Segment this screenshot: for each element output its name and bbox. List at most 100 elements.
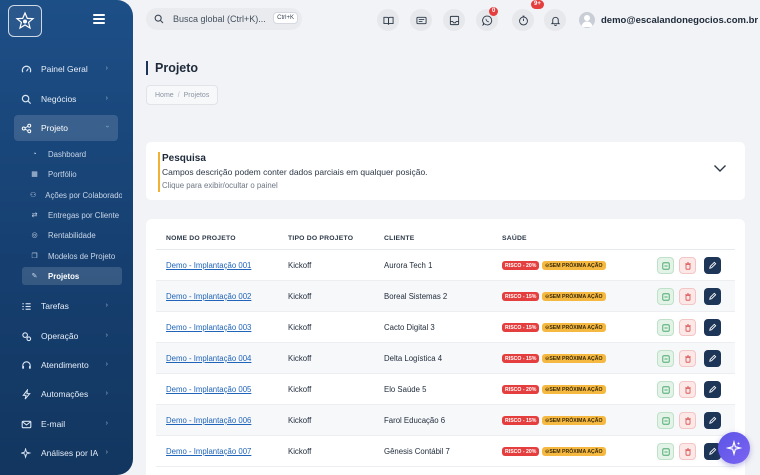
star-logo-icon: [15, 11, 35, 30]
user-menu[interactable]: demo@escalandonegocios.com.br: [579, 12, 758, 28]
inbox-icon: [449, 15, 459, 25]
panel-toggle-hint[interactable]: Clique para exibir/ocultar o painel: [162, 181, 278, 190]
table-row: Demo - Implantação 004 Kickoff Delta Logís…: [156, 343, 735, 374]
file-export-icon: [661, 385, 670, 394]
table-header: NOME DO PROJETO TIPO DO PROJETO CLIENTE …: [156, 233, 735, 249]
sidebar-subitem-modelos-de-projeto[interactable]: ❐ Modelos de Projeto: [22, 247, 122, 265]
edit-button[interactable]: [704, 381, 721, 398]
whatsapp-button[interactable]: 0: [476, 7, 499, 31]
column-header-cliente[interactable]: CLIENTE: [384, 235, 414, 242]
client-name: Boreal Sistemas 2: [384, 292, 448, 301]
edit-button[interactable]: [704, 288, 721, 305]
client-name: Delta Logística 4: [384, 354, 443, 363]
file-export-icon: [661, 261, 670, 270]
inbox-button[interactable]: [443, 9, 465, 31]
delete-button[interactable]: [679, 412, 696, 429]
breadcrumb-home[interactable]: Home: [155, 92, 174, 99]
coin-icon: ◎: [31, 232, 38, 239]
sidebar-subitem-label: Rentabilidade: [48, 230, 96, 240]
trash-icon: [684, 292, 691, 301]
export-button[interactable]: [657, 288, 674, 305]
risk-badge: RISCO - 20%: [502, 261, 540, 270]
global-search[interactable]: Busca global (Ctrl+K)... Ctrl+K: [146, 8, 302, 30]
next-action-badge: ⊙SEM PRÓXIMA AÇÃO: [542, 292, 606, 301]
next-action-badge: ⊙SEM PRÓXIMA AÇÃO: [542, 354, 606, 363]
file-export-icon: [661, 292, 670, 301]
export-button[interactable]: [657, 443, 674, 460]
sidebar-subitem-rentabilidade[interactable]: ◎ Rentabilidade: [22, 226, 122, 244]
sparkles-icon: [726, 440, 742, 456]
column-header-saude[interactable]: SAÚDE: [502, 235, 527, 242]
export-button[interactable]: [657, 350, 674, 367]
edit-button[interactable]: [704, 350, 721, 367]
list-check-icon: [20, 300, 32, 312]
sidebar-item-label: Projeto: [41, 123, 68, 133]
search-icon: [20, 93, 32, 105]
menu-toggle-icon[interactable]: [93, 14, 105, 24]
column-header-nome[interactable]: NOME DO PROJETO: [166, 235, 236, 242]
delete-button[interactable]: [679, 257, 696, 274]
page-title: Projeto: [155, 61, 199, 75]
export-button[interactable]: [657, 381, 674, 398]
sidebar-subitem-entregas-por-cliente[interactable]: ⇄ Entregas por Cliente: [22, 206, 122, 224]
sidebar-item-negocios[interactable]: Negócios ›: [14, 86, 118, 112]
project-name-link[interactable]: Demo - Implantação 005: [166, 385, 251, 394]
search-panel[interactable]: Pesquisa Campos descrição podem conter d…: [146, 142, 745, 200]
user-email: demo@escalandonegocios.com.br: [601, 14, 759, 26]
client-name: Aurora Tech 1: [384, 261, 433, 270]
sidebar-subitem-projetos[interactable]: ✎ Projetos: [22, 267, 122, 285]
sidebar-item-label: Atendimento: [41, 360, 89, 370]
sidebar-item-analises-por-ia[interactable]: Análises por IA ›: [14, 440, 118, 466]
delete-button[interactable]: [679, 288, 696, 305]
search-input[interactable]: Busca global (Ctrl+K)...: [173, 14, 266, 24]
chevron-right-icon: ›: [105, 332, 108, 339]
notifications-button[interactable]: [544, 9, 566, 31]
chevron-right-icon: ›: [105, 420, 108, 427]
shortcut-hint: Ctrl+K: [273, 12, 298, 24]
next-action-badge: ⊙SEM PRÓXIMA AÇÃO: [542, 416, 606, 425]
id-card-button[interactable]: [410, 9, 432, 31]
sidebar-item-automacoes[interactable]: Automações ›: [14, 381, 118, 407]
risk-badge: RISCO - 15%: [502, 292, 540, 301]
sidebar-item-email[interactable]: E-mail ›: [14, 411, 118, 437]
delete-button[interactable]: [679, 443, 696, 460]
sidebar-item-projeto[interactable]: Projeto ›: [14, 115, 118, 141]
sidebar-item-painel-geral[interactable]: Painel Geral ›: [14, 56, 118, 82]
project-name-link[interactable]: Demo - Implantação 003: [166, 323, 251, 332]
column-header-tipo[interactable]: TIPO DO PROJETO: [288, 235, 353, 242]
trash-icon: [684, 354, 691, 363]
export-button[interactable]: [657, 412, 674, 429]
risk-badge: RISCO - 20%: [502, 385, 540, 394]
delete-button[interactable]: [679, 381, 696, 398]
sidebar-item-operacao[interactable]: Operação ›: [14, 323, 118, 349]
whatsapp-icon: [481, 15, 492, 26]
pencil-icon: [709, 447, 717, 455]
project-name-link[interactable]: Demo - Implantação 007: [166, 447, 251, 456]
logo[interactable]: [8, 5, 42, 37]
chevron-down-icon[interactable]: [713, 164, 727, 173]
export-button[interactable]: [657, 319, 674, 336]
book-button[interactable]: [377, 9, 399, 31]
next-action-badge: ⊙SEM PRÓXIMA AÇÃO: [542, 447, 606, 456]
delete-button[interactable]: [679, 350, 696, 367]
project-name-link[interactable]: Demo - Implantação 006: [166, 416, 251, 425]
table-row: Demo - Implantação 006 Kickoff Farol Educa…: [156, 405, 735, 436]
edit-button[interactable]: [704, 257, 721, 274]
sidebar: Painel Geral › Negócios › Projeto › ◔ Das…: [0, 0, 133, 475]
project-name-link[interactable]: Demo - Implantação 001: [166, 261, 251, 270]
bolt-icon: [20, 388, 32, 400]
tasks-button[interactable]: 9+: [512, 0, 544, 31]
sidebar-subitem-portfolio[interactable]: ▦ Portfólio: [22, 165, 122, 183]
template-icon: ❐: [31, 253, 38, 260]
delete-button[interactable]: [679, 319, 696, 336]
sidebar-subitem-acoes-por-colaborador[interactable]: ⚇ Ações por Colaborador: [22, 186, 122, 204]
project-name-link[interactable]: Demo - Implantação 002: [166, 292, 251, 301]
edit-button[interactable]: [704, 412, 721, 429]
sidebar-item-tarefas[interactable]: Tarefas ›: [14, 293, 118, 319]
sidebar-subitem-dashboard[interactable]: ◔ Dashboard: [22, 145, 122, 163]
sidebar-item-atendimento[interactable]: Atendimento ›: [14, 352, 118, 378]
export-button[interactable]: [657, 257, 674, 274]
edit-button[interactable]: [704, 319, 721, 336]
project-name-link[interactable]: Demo - Implantação 004: [166, 354, 251, 363]
ai-assistant-button[interactable]: [718, 432, 750, 464]
